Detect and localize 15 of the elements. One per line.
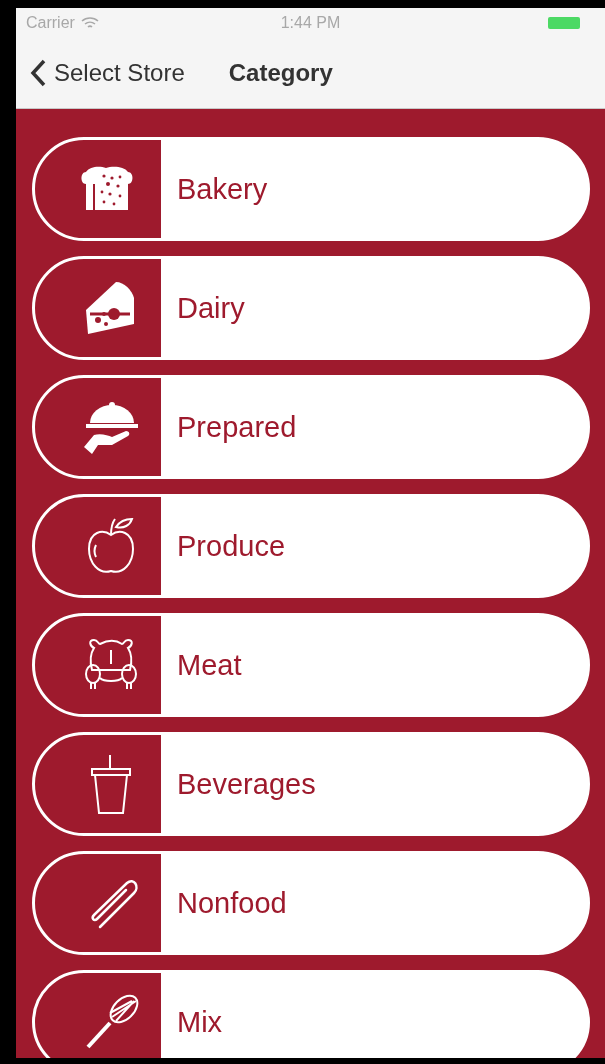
category-button[interactable]: Bakery [32, 137, 590, 241]
category-button[interactable]: Beverages [32, 732, 590, 836]
category-button[interactable]: Meat [32, 613, 590, 717]
back-button[interactable]: Select Store [30, 59, 185, 87]
category-button[interactable]: Mix [32, 970, 590, 1058]
category-button[interactable]: Prepared [32, 375, 590, 479]
wifi-icon [80, 16, 99, 30]
carrier-name: Carrier [26, 14, 75, 32]
status-time: 1:44 PM [280, 14, 341, 32]
battery-icon [548, 17, 580, 29]
chevron-left-icon [30, 59, 46, 87]
category-button[interactable]: Nonfood [32, 851, 590, 955]
category-button[interactable]: Dairy [32, 256, 590, 360]
category-button[interactable]: Produce [32, 494, 590, 598]
screen-title: Category [228, 59, 333, 87]
